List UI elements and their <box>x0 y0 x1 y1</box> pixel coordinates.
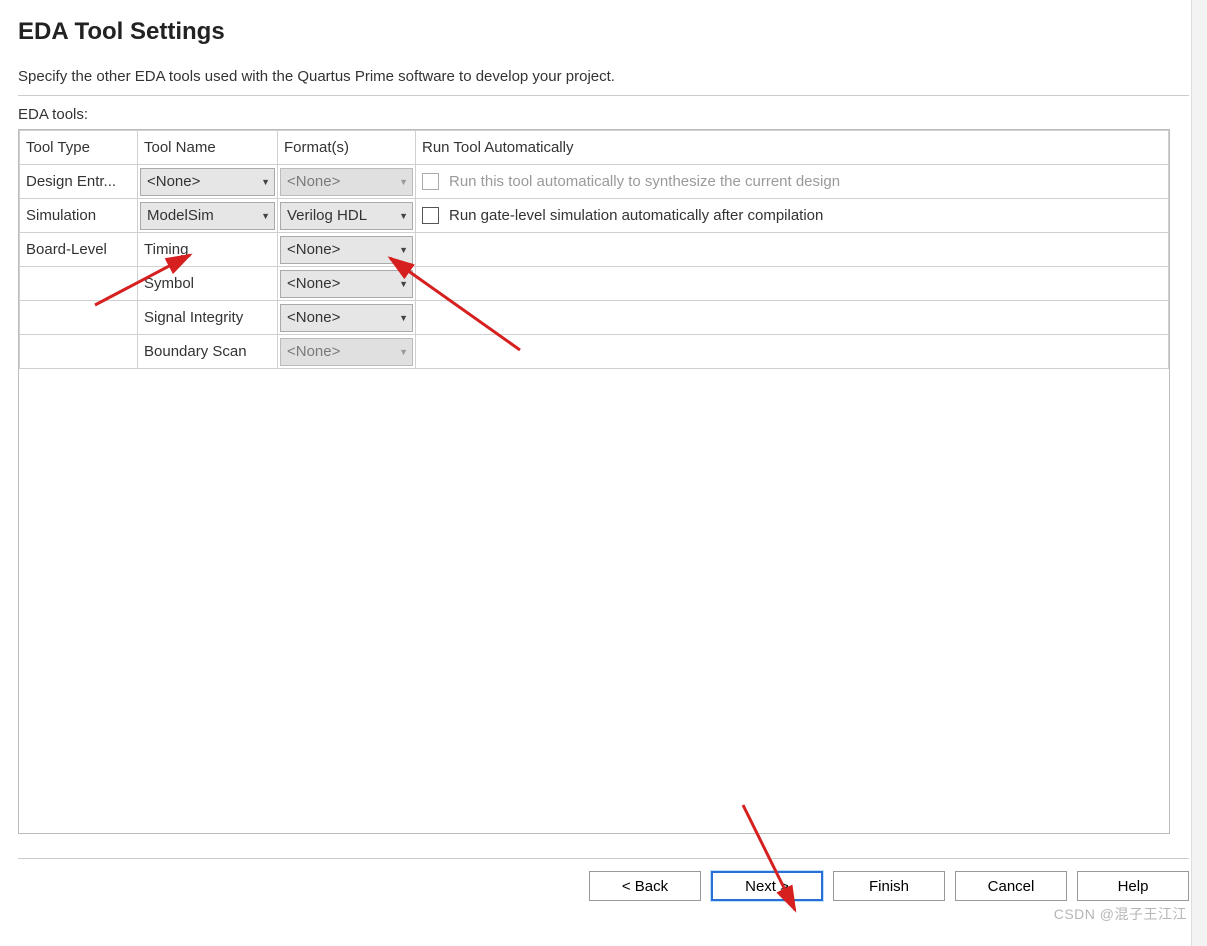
cancel-button[interactable]: Cancel <box>955 871 1067 901</box>
dropdown-value: <None> <box>287 173 340 190</box>
chevron-down-icon: ▼ <box>261 177 270 187</box>
chevron-down-icon: ▼ <box>399 245 408 255</box>
chevron-down-icon: ▼ <box>399 177 408 187</box>
table-row: Signal Integrity <None> ▼ <box>20 301 1169 335</box>
col-header-runauto[interactable]: Run Tool Automatically <box>416 131 1169 165</box>
toolname-dropdown-simulation[interactable]: ModelSim ▼ <box>140 202 275 230</box>
auto-gate-level-sim-label: Run gate-level simulation automatically … <box>449 207 823 224</box>
help-button[interactable]: Help <box>1077 871 1189 901</box>
format-dropdown-signal-integrity[interactable]: <None> ▼ <box>280 304 413 332</box>
auto-synthesize-checkbox <box>422 173 439 190</box>
auto-gate-level-sim-checkbox[interactable] <box>422 207 439 224</box>
cell-toolname: Signal Integrity <box>138 301 278 335</box>
eda-tools-label: EDA tools: <box>18 106 1189 123</box>
back-button[interactable]: < Back <box>589 871 701 901</box>
table-row: Symbol <None> ▼ <box>20 267 1169 301</box>
cell-toolname: Timing <box>138 233 278 267</box>
table-row: Board-Level Timing <None> ▼ <box>20 233 1169 267</box>
watermark: CSDN @混子王江江 <box>1054 904 1187 924</box>
page-subtitle: Specify the other EDA tools used with th… <box>18 68 1189 96</box>
toolname-dropdown-design-entry[interactable]: <None> ▼ <box>140 168 275 196</box>
cell-tooltype <box>20 335 138 369</box>
finish-button[interactable]: Finish <box>833 871 945 901</box>
wizard-button-row: < Back Next > Finish Cancel Help <box>0 859 1207 901</box>
dropdown-value: <None> <box>287 275 340 292</box>
cell-tooltype: Simulation <box>20 199 138 233</box>
cell-auto <box>416 335 1169 369</box>
right-strip <box>1191 0 1207 946</box>
next-button[interactable]: Next > <box>711 871 823 901</box>
chevron-down-icon: ▼ <box>399 279 408 289</box>
dropdown-value: ModelSim <box>147 207 214 224</box>
table-row: Design Entr... <None> ▼ <None> ▼ <box>20 165 1169 199</box>
chevron-down-icon: ▼ <box>399 211 408 221</box>
eda-tool-settings-dialog: EDA Tool Settings Specify the other EDA … <box>0 0 1207 834</box>
format-dropdown-symbol[interactable]: <None> ▼ <box>280 270 413 298</box>
dropdown-value: Verilog HDL <box>287 207 367 224</box>
cell-tooltype: Board-Level <box>20 233 138 267</box>
dropdown-value: <None> <box>287 241 340 258</box>
cell-toolname: Symbol <box>138 267 278 301</box>
chevron-down-icon: ▼ <box>261 211 270 221</box>
dropdown-value: <None> <box>147 173 200 190</box>
chevron-down-icon: ▼ <box>399 347 408 357</box>
eda-tools-table: Tool Type Tool Name Format(s) Run Tool A… <box>19 130 1169 369</box>
dropdown-value: <None> <box>287 343 340 360</box>
format-dropdown-boundary-scan: <None> ▼ <box>280 338 413 366</box>
table-row: Boundary Scan <None> ▼ <box>20 335 1169 369</box>
page-title: EDA Tool Settings <box>18 18 1189 46</box>
cell-tooltype: Design Entr... <box>20 165 138 199</box>
cell-toolname: Boundary Scan <box>138 335 278 369</box>
format-dropdown-timing[interactable]: <None> ▼ <box>280 236 413 264</box>
dropdown-value: <None> <box>287 309 340 326</box>
cell-auto <box>416 233 1169 267</box>
chevron-down-icon: ▼ <box>399 313 408 323</box>
col-header-tooltype[interactable]: Tool Type <box>20 131 138 165</box>
table-header-row: Tool Type Tool Name Format(s) Run Tool A… <box>20 131 1169 165</box>
col-header-formats[interactable]: Format(s) <box>278 131 416 165</box>
auto-synthesize-label: Run this tool automatically to synthesiz… <box>449 173 840 190</box>
col-header-toolname[interactable]: Tool Name <box>138 131 278 165</box>
format-dropdown-design-entry: <None> ▼ <box>280 168 413 196</box>
format-dropdown-simulation[interactable]: Verilog HDL ▼ <box>280 202 413 230</box>
table-row: Simulation ModelSim ▼ Verilog HDL ▼ <box>20 199 1169 233</box>
eda-tools-table-container: Tool Type Tool Name Format(s) Run Tool A… <box>18 129 1170 834</box>
cell-auto <box>416 267 1169 301</box>
cell-auto <box>416 301 1169 335</box>
cell-tooltype <box>20 301 138 335</box>
cell-tooltype <box>20 267 138 301</box>
